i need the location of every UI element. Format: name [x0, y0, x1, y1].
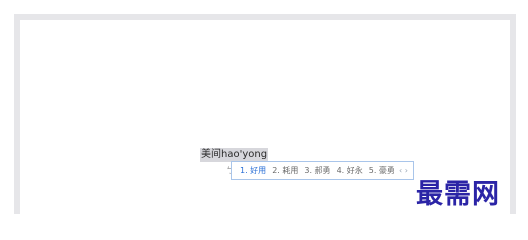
candidate-3[interactable]: 3. 郝勇	[301, 165, 333, 176]
composition-text[interactable]: 美间hao'yong	[200, 148, 269, 162]
candidate-5[interactable]: 5. 豪勇	[366, 165, 398, 176]
candidate-4[interactable]: 4. 好永	[334, 165, 366, 176]
watermark-logo: 最需网	[416, 179, 500, 210]
candidate-list: 1. 好用 2. 耗用 3. 郝勇 4. 好永 5. 豪勇	[232, 165, 398, 176]
ime-candidate-bar: 1. 好用 2. 耗用 3. 郝勇 4. 好永 5. 豪勇 ‹ ›	[231, 161, 414, 180]
top-margin	[0, 0, 528, 14]
candidate-1[interactable]: 1. 好用	[237, 165, 269, 176]
page-arrows-icon[interactable]: ‹ ›	[399, 166, 408, 175]
screen: 美间hao'yong ㄅ 1. 好用 2. 耗用 3. 郝勇 4. 好永 5. …	[0, 0, 528, 220]
candidate-2[interactable]: 2. 耗用	[269, 165, 301, 176]
